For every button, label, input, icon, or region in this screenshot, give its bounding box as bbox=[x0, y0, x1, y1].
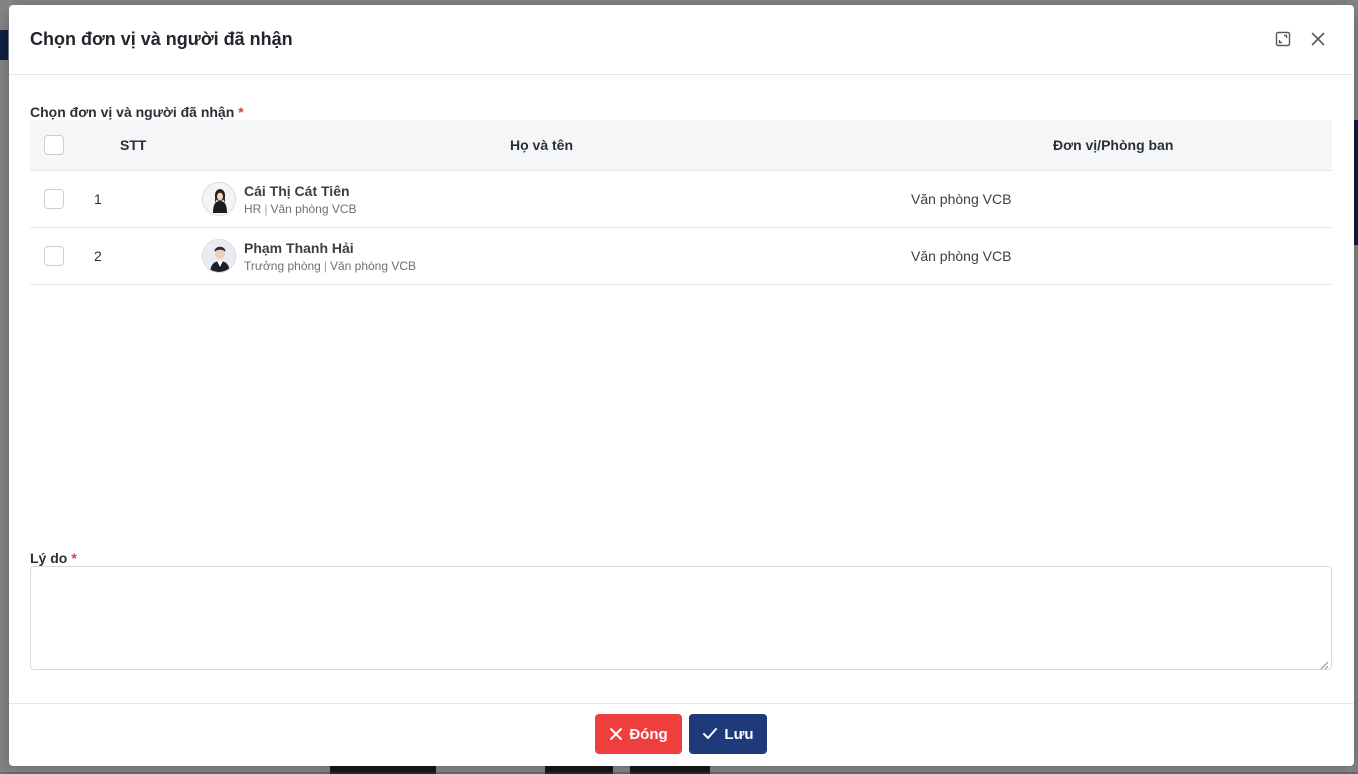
close-icon[interactable] bbox=[1308, 29, 1328, 49]
person-name: Cái Thị Cát Tiên bbox=[244, 183, 350, 199]
recipients-label-text: Chọn đơn vị và người đã nhận bbox=[30, 104, 235, 120]
recipients-label: Chọn đơn vị và người đã nhận * bbox=[30, 104, 244, 120]
save-button-label: Lưu bbox=[724, 725, 754, 743]
modal-title: Chọn đơn vị và người đã nhận bbox=[30, 29, 293, 49]
person-role: HR bbox=[244, 202, 262, 216]
separator: | bbox=[264, 202, 268, 216]
x-icon bbox=[609, 727, 623, 741]
person-role: Trưởng phòng bbox=[244, 259, 321, 273]
recipients-table: STT Họ và tên Đơn vị/Phòng ban 1 Cái Thị… bbox=[30, 120, 1332, 285]
person-department: Văn phòng VCB bbox=[329, 259, 417, 273]
modal-footer: Đóng Lưu bbox=[9, 703, 1354, 767]
table-row[interactable]: 1 Cái Thị Cát Tiên HR | Văn phòng VCB Văn … bbox=[30, 171, 1332, 228]
column-header-unit: Đơn vị/Phòng ban bbox=[1053, 137, 1174, 153]
person-name: Phạm Thanh Hải bbox=[244, 240, 354, 256]
separator: | bbox=[323, 259, 327, 273]
column-header-name: Họ và tên bbox=[510, 137, 574, 153]
required-mark: * bbox=[238, 104, 244, 120]
row-checkbox[interactable] bbox=[44, 246, 64, 266]
reason-label: Lý do * bbox=[30, 550, 77, 566]
reason-textarea[interactable] bbox=[30, 566, 1332, 670]
person-subtitle: Trưởng phòng | Văn phòng VCB bbox=[244, 259, 416, 273]
row-checkbox[interactable] bbox=[44, 189, 64, 209]
row-unit: Văn phòng VCB bbox=[911, 191, 1012, 207]
modal-header: Chọn đơn vị và người đã nhận bbox=[9, 5, 1354, 75]
column-header-stt: STT bbox=[120, 137, 147, 153]
resize-handle-icon[interactable] bbox=[1319, 657, 1329, 670]
table-header: STT Họ và tên Đơn vị/Phòng ban bbox=[30, 120, 1332, 171]
table-row[interactable]: 2 Phạm Thanh Hải Trưởng phòng | Văn phòng … bbox=[30, 228, 1332, 285]
expand-icon[interactable] bbox=[1273, 29, 1293, 49]
select-all-checkbox[interactable] bbox=[44, 135, 64, 155]
required-mark: * bbox=[71, 550, 77, 566]
row-stt: 1 bbox=[94, 191, 102, 207]
close-button-label: Đóng bbox=[629, 725, 668, 743]
person-subtitle: HR | Văn phòng VCB bbox=[244, 202, 357, 216]
person-department: Văn phòng VCB bbox=[270, 202, 357, 216]
select-recipients-modal: Chọn đơn vị và người đã nhận Chọn đơn vị… bbox=[9, 5, 1354, 766]
avatar bbox=[202, 182, 236, 216]
save-button[interactable]: Lưu bbox=[689, 714, 767, 754]
avatar bbox=[202, 239, 236, 273]
row-stt: 2 bbox=[94, 248, 102, 264]
close-button[interactable]: Đóng bbox=[595, 714, 682, 754]
check-icon bbox=[702, 727, 718, 741]
reason-label-text: Lý do bbox=[30, 550, 68, 566]
row-unit: Văn phòng VCB bbox=[911, 248, 1012, 264]
